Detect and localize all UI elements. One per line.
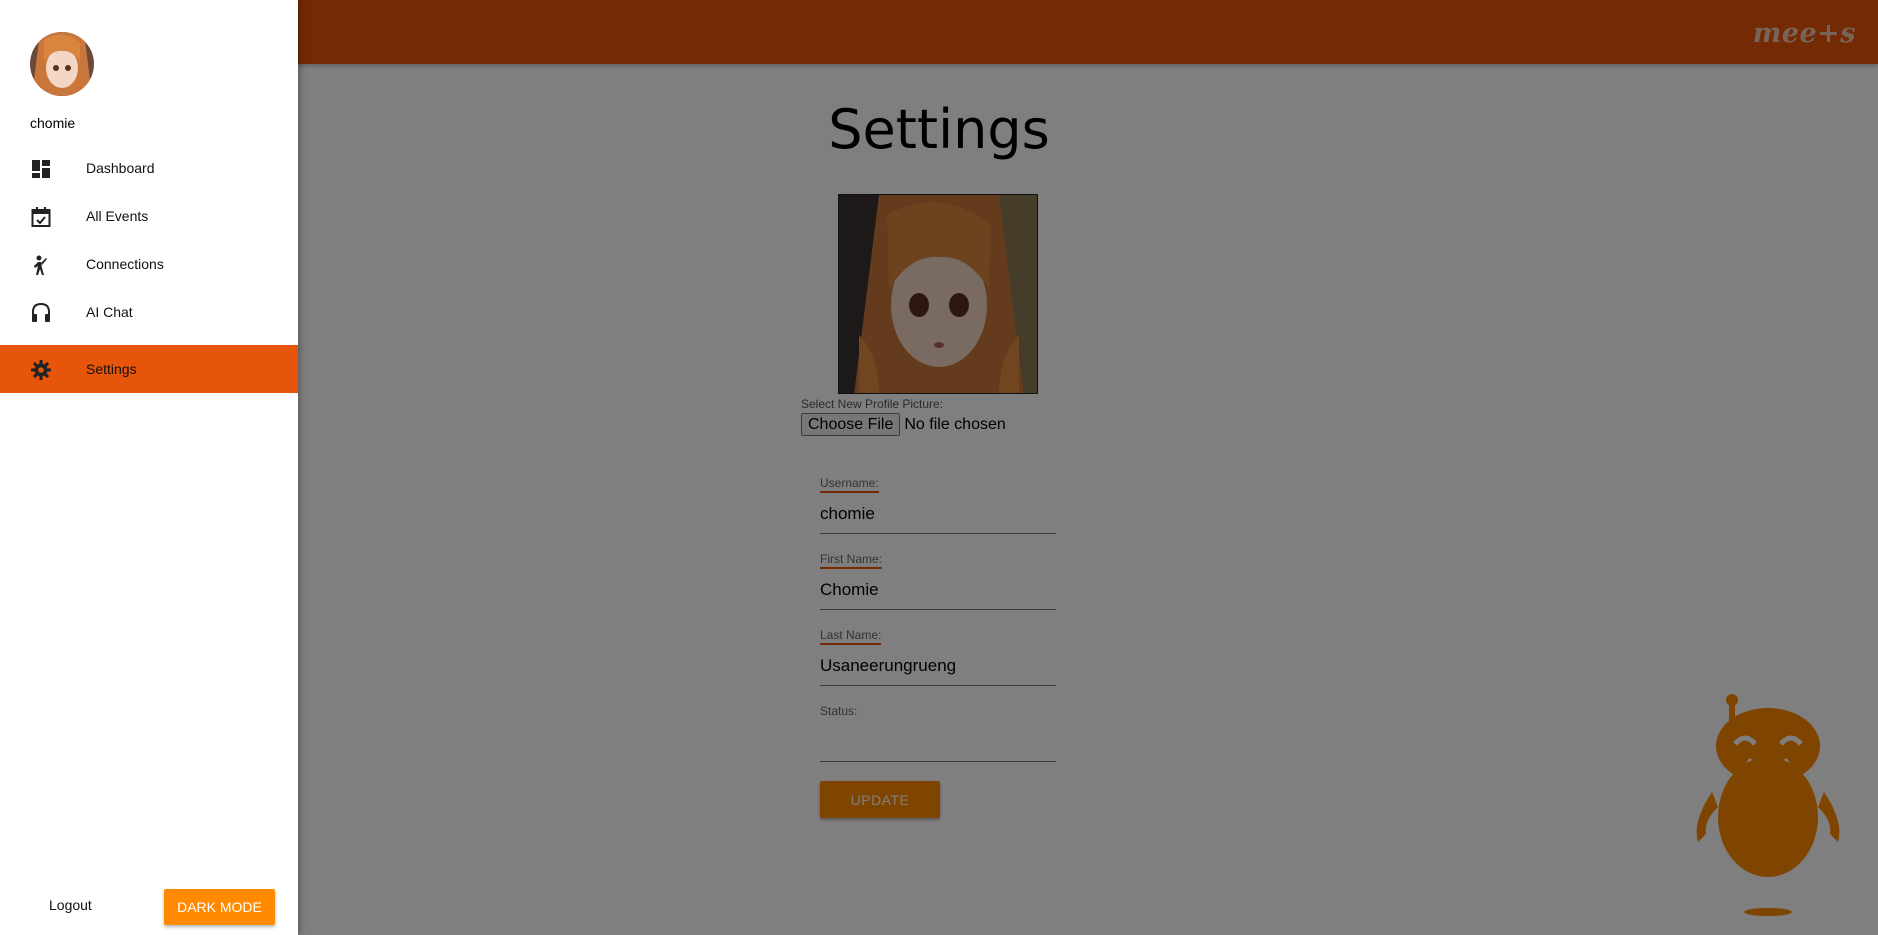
sidebar-item-all-events[interactable]: All Events [0,192,298,240]
sidebar-item-settings[interactable]: Settings [0,345,298,393]
gear-icon [30,359,52,381]
sidebar-item-connections[interactable]: Connections [0,240,298,288]
sidebar-item-label: Dashboard [86,160,155,176]
nav-drawer: chomie Dashboard All Events Connections … [0,0,298,935]
sidebar-item-dashboard[interactable]: Dashboard [0,144,298,192]
calendar-check-icon [30,206,52,228]
person-waving-icon [30,254,52,276]
sidebar-nav: Dashboard All Events Connections AI Chat… [0,144,298,393]
sidebar-item-ai-chat[interactable]: AI Chat [0,288,298,336]
drawer-username: chomie [30,115,76,131]
sidebar-item-label: AI Chat [86,304,133,320]
sidebar-item-label: Settings [86,361,137,377]
logout-link[interactable]: Logout [49,897,92,913]
dashboard-icon [30,158,52,180]
sidebar-item-label: Connections [86,256,164,272]
dark-mode-button[interactable]: DARK MODE [164,889,275,925]
sidebar-item-label: All Events [86,208,149,224]
headset-icon [30,302,52,324]
avatar[interactable] [30,32,94,96]
